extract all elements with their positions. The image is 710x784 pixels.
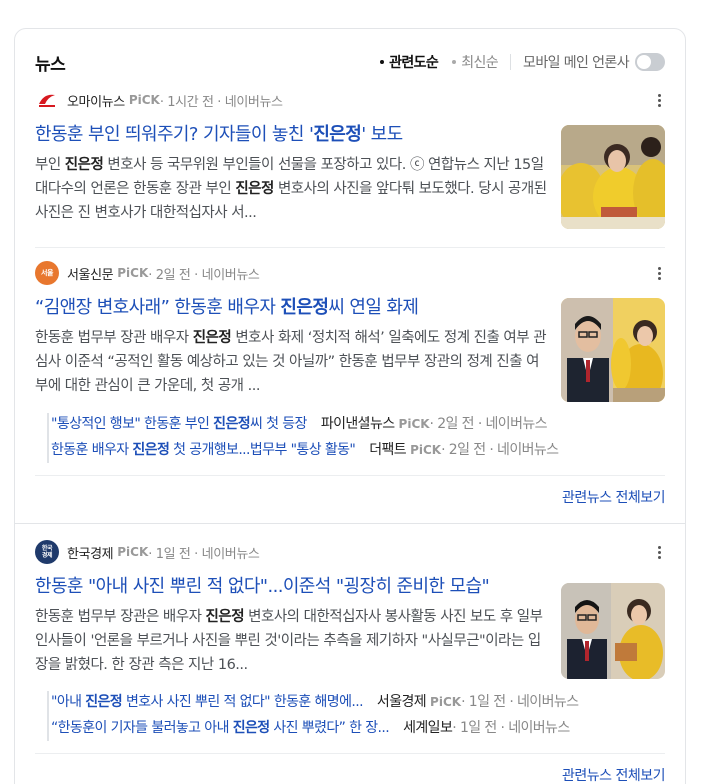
filter-divider [510, 54, 512, 70]
related-news-list: "통상적인 행보" 한동훈 부인 진은정씨 첫 등장 파이낸셜뉴스 PiCK ·… [47, 411, 687, 465]
related-news-more-link[interactable]: 관련뉴스 전체보기 [562, 487, 666, 507]
article-snippet: 한동훈 법무부 장관은 배우자 진은정 변호사의 대한적십자사 봉사활동 사진 … [35, 609, 543, 673]
article-snippet: 한동훈 법무부 장관 배우자 진은정 변호사 화제 ‘정치적 해석’ 일축에도 … [35, 330, 547, 394]
mobile-main-label: 모바일 메인 언론사 [523, 55, 630, 71]
related-news-title[interactable]: 한동훈 배우자 진은정 첫 공개행보...법무부 "통상 활동" [51, 437, 356, 463]
section-divider [15, 523, 685, 524]
related-news-row: “한동훈이 기자들 불러놓고 아내 진은정 사진 뿌렸다” 한 장... 세계일… [51, 715, 687, 741]
item-divider [35, 753, 665, 754]
article-thumbnail[interactable] [561, 583, 665, 679]
article-meta[interactable]: · 1시간 전 · 네이버뉴스 [160, 91, 283, 110]
article-headline[interactable]: “김앤장 변호사래” 한동훈 배우자 진은정씨 연일 화제 [35, 296, 555, 320]
mobile-main-toggle[interactable] [635, 53, 665, 71]
hankyung-logo-icon[interactable]: 한국 경제 [35, 540, 59, 564]
inactive-dot-icon [452, 60, 457, 64]
related-news-meta[interactable]: · 1일 전 · 네이버뉴스 [461, 689, 579, 715]
sort-relevance-button[interactable]: 관련도순 [380, 52, 439, 72]
item-divider [35, 247, 665, 248]
article-headline[interactable]: 한동훈 "아내 사진 뿌린 적 없다"...이준석 "굉장히 준비한 모습" [35, 575, 555, 599]
news-source: 오마이뉴스 PiCK · 1시간 전 · 네이버뉴스 [35, 88, 665, 112]
related-news-source[interactable]: 세계일보 [403, 715, 453, 741]
related-news-bar [47, 691, 49, 741]
related-news-bar [47, 413, 49, 463]
news-item: 서울 서울신문 PiCK · 2일 전 · 네이버뉴스 “김앤장 변호사래” 한… [35, 261, 665, 402]
related-news-title[interactable]: "아내 진은정 변호사 사진 뿌린 적 없다" 한동훈 해명에... [51, 689, 364, 715]
sort-latest-label: 최신순 [461, 55, 499, 71]
sort-latest-button[interactable]: 최신순 [452, 52, 499, 72]
more-options-icon[interactable] [653, 91, 665, 109]
article-thumbnail[interactable] [561, 298, 665, 402]
pick-badge: PiCK [117, 266, 149, 280]
pick-badge: PiCK [398, 417, 430, 431]
related-news-source[interactable]: 서울경제 [377, 689, 427, 715]
publisher-name[interactable]: 한국경제 [67, 543, 114, 562]
related-news-row: "통상적인 행보" 한동훈 부인 진은정씨 첫 등장 파이낸셜뉴스 PiCK ·… [51, 411, 687, 437]
article-meta[interactable]: · 1일 전 · 네이버뉴스 [148, 543, 260, 562]
publisher-name[interactable]: 서울신문 [67, 264, 114, 283]
more-options-icon[interactable] [653, 264, 665, 282]
sort-relevance-label: 관련도순 [389, 55, 439, 71]
related-news-more-link[interactable]: 관련뉴스 전체보기 [562, 765, 666, 784]
news-source: 한국 경제 한국경제 PiCK · 1일 전 · 네이버뉴스 [35, 540, 665, 564]
section-title: 뉴스 [35, 54, 66, 75]
news-item: 오마이뉴스 PiCK · 1시간 전 · 네이버뉴스 한동훈 부인 띄워주기? … [35, 88, 665, 229]
related-news-source[interactable]: 더팩트 [369, 437, 406, 463]
related-news-list: "아내 진은정 변호사 사진 뿌린 적 없다" 한동훈 해명에... 서울경제 … [47, 689, 687, 743]
pick-badge: PiCK [430, 695, 462, 709]
article-thumbnail[interactable] [561, 125, 665, 229]
seoul-shinmun-logo-icon[interactable]: 서울 [35, 261, 59, 285]
news-header: 뉴스 관련도순 최신순 모바일 메인 언론사 [35, 49, 665, 75]
related-news-row: 한동훈 배우자 진은정 첫 공개행보...법무부 "통상 활동" 더팩트 PiC… [51, 437, 687, 463]
article-snippet: 부인 진은정 변호사 등 국무위원 부인들이 선물을 포장하고 있다. ⓒ 연합… [35, 157, 547, 221]
item-divider [35, 475, 665, 476]
related-news-row: "아내 진은정 변호사 사진 뿌린 적 없다" 한동훈 해명에... 서울경제 … [51, 689, 687, 715]
related-news-source[interactable]: 파이낸셜뉴스 [321, 411, 395, 437]
publisher-name[interactable]: 오마이뉴스 [67, 91, 125, 110]
news-card: 뉴스 관련도순 최신순 모바일 메인 언론사 오마이뉴스 PiCK · 1시간 … [14, 28, 686, 784]
related-news-title[interactable]: "통상적인 행보" 한동훈 부인 진은정씨 첫 등장 [51, 411, 307, 437]
sort-filters: 관련도순 최신순 모바일 메인 언론사 [380, 52, 665, 72]
pick-badge: PiCK [117, 545, 149, 559]
toggle-knob [637, 55, 651, 69]
related-news-title[interactable]: “한동훈이 기자들 불러놓고 아내 진은정 사진 뿌렸다” 한 장... [51, 715, 390, 741]
article-meta[interactable]: · 2일 전 · 네이버뉴스 [148, 264, 260, 283]
more-options-icon[interactable] [653, 543, 665, 561]
pick-badge: PiCK [128, 93, 160, 107]
pick-badge: PiCK [410, 443, 442, 457]
article-headline[interactable]: 한동훈 부인 띄워주기? 기자들이 놓친 '진은정' 보도 [35, 123, 555, 147]
related-news-meta[interactable]: · 2일 전 · 네이버뉴스 [441, 437, 559, 463]
related-news-meta[interactable]: · 1일 전 · 네이버뉴스 [452, 715, 570, 741]
ohmynews-logo-icon[interactable] [35, 88, 59, 112]
news-source: 서울 서울신문 PiCK · 2일 전 · 네이버뉴스 [35, 261, 665, 285]
news-item: 한국 경제 한국경제 PiCK · 1일 전 · 네이버뉴스 한동훈 "아내 사진… [35, 540, 665, 679]
related-news-meta[interactable]: · 2일 전 · 네이버뉴스 [430, 411, 548, 437]
active-dot-icon [380, 60, 385, 64]
